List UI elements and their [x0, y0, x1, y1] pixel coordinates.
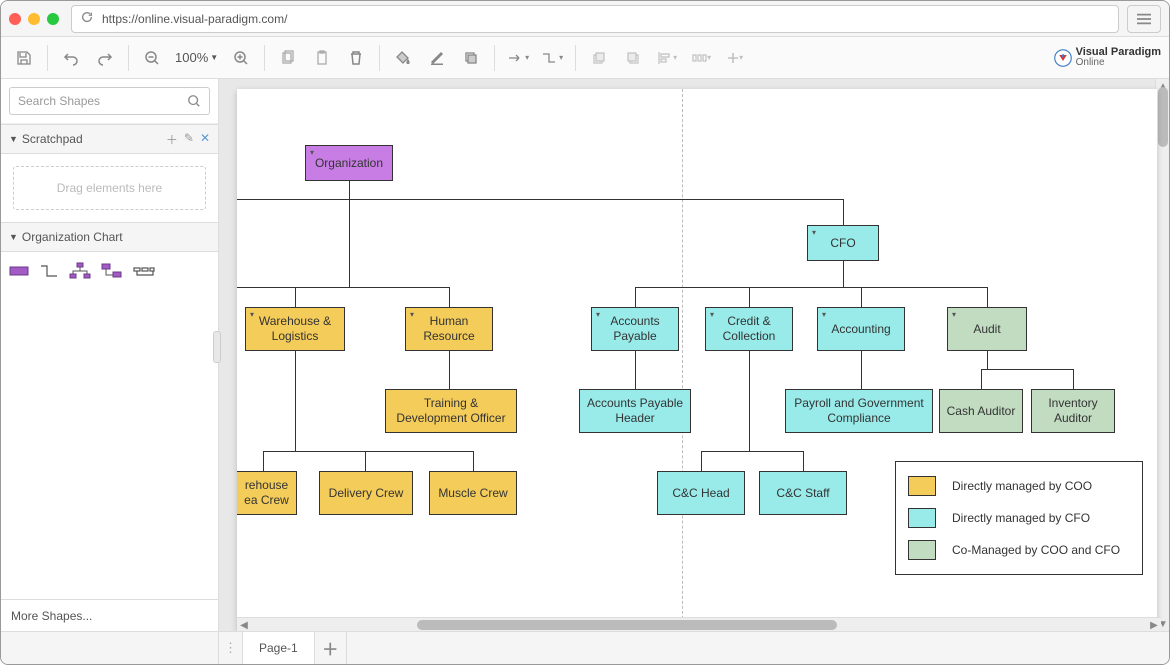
- node-payroll[interactable]: Payroll and Government Compliance: [785, 389, 933, 433]
- node-hr[interactable]: ▾Human Resource: [405, 307, 493, 351]
- search-icon: [187, 94, 201, 108]
- drawing-paper[interactable]: ▾Organization ▾CFO ▾Warehouse & Logistic…: [237, 89, 1157, 631]
- maximize-window-button[interactable]: [47, 13, 59, 25]
- redo-button[interactable]: [90, 43, 120, 73]
- toolbar: 100%▼ ▾ ▾ ▾ ▾ ▾ Visual ParadigmOnline: [1, 37, 1169, 79]
- to-back-button[interactable]: [618, 43, 648, 73]
- shape-connector[interactable]: [39, 263, 59, 279]
- fill-color-button[interactable]: [388, 43, 418, 73]
- zoom-level-dropdown[interactable]: 100%▼: [171, 50, 222, 65]
- node-delivery-crew[interactable]: Delivery Crew: [319, 471, 413, 515]
- more-shapes-link[interactable]: More Shapes...: [1, 599, 218, 631]
- minimize-window-button[interactable]: [28, 13, 40, 25]
- legend[interactable]: Directly managed by COO Directly managed…: [895, 461, 1143, 575]
- close-window-button[interactable]: [9, 13, 21, 25]
- scratchpad-add-icon[interactable]: ＋: [166, 131, 178, 148]
- scratchpad-edit-icon[interactable]: ✎: [184, 131, 194, 148]
- node-inventory-auditor[interactable]: Inventory Auditor: [1031, 389, 1115, 433]
- node-accounts-payable[interactable]: ▾Accounts Payable: [591, 307, 679, 351]
- titlebar: https://online.visual-paradigm.com/: [1, 1, 1169, 37]
- page-tabs: ⋮ Page-1 ＋: [1, 631, 1169, 664]
- delete-button[interactable]: [341, 43, 371, 73]
- align-button[interactable]: ▾: [652, 43, 682, 73]
- brand-logo: Visual ParadigmOnline: [1054, 47, 1161, 68]
- line-color-button[interactable]: [422, 43, 452, 73]
- shape-tree[interactable]: [69, 262, 91, 280]
- shape-list[interactable]: [133, 264, 155, 278]
- shape-unit[interactable]: [9, 264, 29, 278]
- hamburger-menu-button[interactable]: [1127, 5, 1161, 33]
- sidebar-resize-handle[interactable]: [213, 331, 221, 363]
- shadow-button[interactable]: [456, 43, 486, 73]
- copy-button[interactable]: [273, 43, 303, 73]
- node-cc-staff[interactable]: C&C Staff: [759, 471, 847, 515]
- paste-button[interactable]: [307, 43, 337, 73]
- search-placeholder: Search Shapes: [18, 94, 100, 108]
- distribute-button[interactable]: ▾: [686, 43, 716, 73]
- sidebar: Search Shapes ▼ Scratchpad ＋ ✎ ✕ Drag el…: [1, 79, 219, 631]
- reload-icon[interactable]: [80, 10, 94, 27]
- connector-style-button[interactable]: ▾: [503, 43, 533, 73]
- shape-stacked[interactable]: [101, 263, 123, 279]
- add-button[interactable]: ▾: [720, 43, 750, 73]
- legend-row-both: Co-Managed by COO and CFO: [908, 534, 1130, 566]
- node-cc-head[interactable]: C&C Head: [657, 471, 745, 515]
- waypoint-style-button[interactable]: ▾: [537, 43, 567, 73]
- scratchpad-dropzone[interactable]: Drag elements here: [13, 166, 206, 210]
- shape-palette: [1, 252, 218, 290]
- window-controls: [9, 13, 59, 25]
- node-cash-auditor[interactable]: Cash Auditor: [939, 389, 1023, 433]
- zoom-in-button[interactable]: [226, 43, 256, 73]
- legend-row-cfo: Directly managed by CFO: [908, 502, 1130, 534]
- node-credit[interactable]: ▾Credit & Collection: [705, 307, 793, 351]
- node-training[interactable]: Training & Development Officer: [385, 389, 517, 433]
- horizontal-scrollbar[interactable]: ◀ ▶: [237, 617, 1161, 631]
- url-bar[interactable]: https://online.visual-paradigm.com/: [71, 5, 1119, 33]
- orgchart-header[interactable]: ▼ Organization Chart: [1, 222, 218, 252]
- undo-button[interactable]: [56, 43, 86, 73]
- node-accounting[interactable]: ▾Accounting: [817, 307, 905, 351]
- node-warehouse[interactable]: ▾Warehouse & Logistics: [245, 307, 345, 351]
- node-organization[interactable]: ▾Organization: [305, 145, 393, 181]
- canvas[interactable]: ▲ ▼ ▾Organization ▾CFO ▾Warehouse & Logi…: [219, 79, 1169, 631]
- legend-row-coo: Directly managed by COO: [908, 470, 1130, 502]
- node-ap-header[interactable]: Accounts Payable Header: [579, 389, 691, 433]
- url-text: https://online.visual-paradigm.com/: [102, 12, 287, 26]
- node-muscle-crew[interactable]: Muscle Crew: [429, 471, 517, 515]
- node-warehouse-crew[interactable]: rehouse ea Crew: [237, 471, 297, 515]
- zoom-out-button[interactable]: [137, 43, 167, 73]
- tab-page-1[interactable]: Page-1: [243, 632, 315, 664]
- tab-grip-icon[interactable]: ⋮: [219, 632, 243, 664]
- scratchpad-close-icon[interactable]: ✕: [200, 131, 210, 148]
- save-button[interactable]: [9, 43, 39, 73]
- node-cfo[interactable]: ▾CFO: [807, 225, 879, 261]
- to-front-button[interactable]: [584, 43, 614, 73]
- search-shapes-input[interactable]: Search Shapes: [9, 87, 210, 115]
- node-audit[interactable]: ▾Audit: [947, 307, 1027, 351]
- add-page-button[interactable]: ＋: [315, 632, 347, 664]
- page-break-guide: [682, 89, 683, 631]
- scratchpad-header[interactable]: ▼ Scratchpad ＋ ✎ ✕: [1, 124, 218, 154]
